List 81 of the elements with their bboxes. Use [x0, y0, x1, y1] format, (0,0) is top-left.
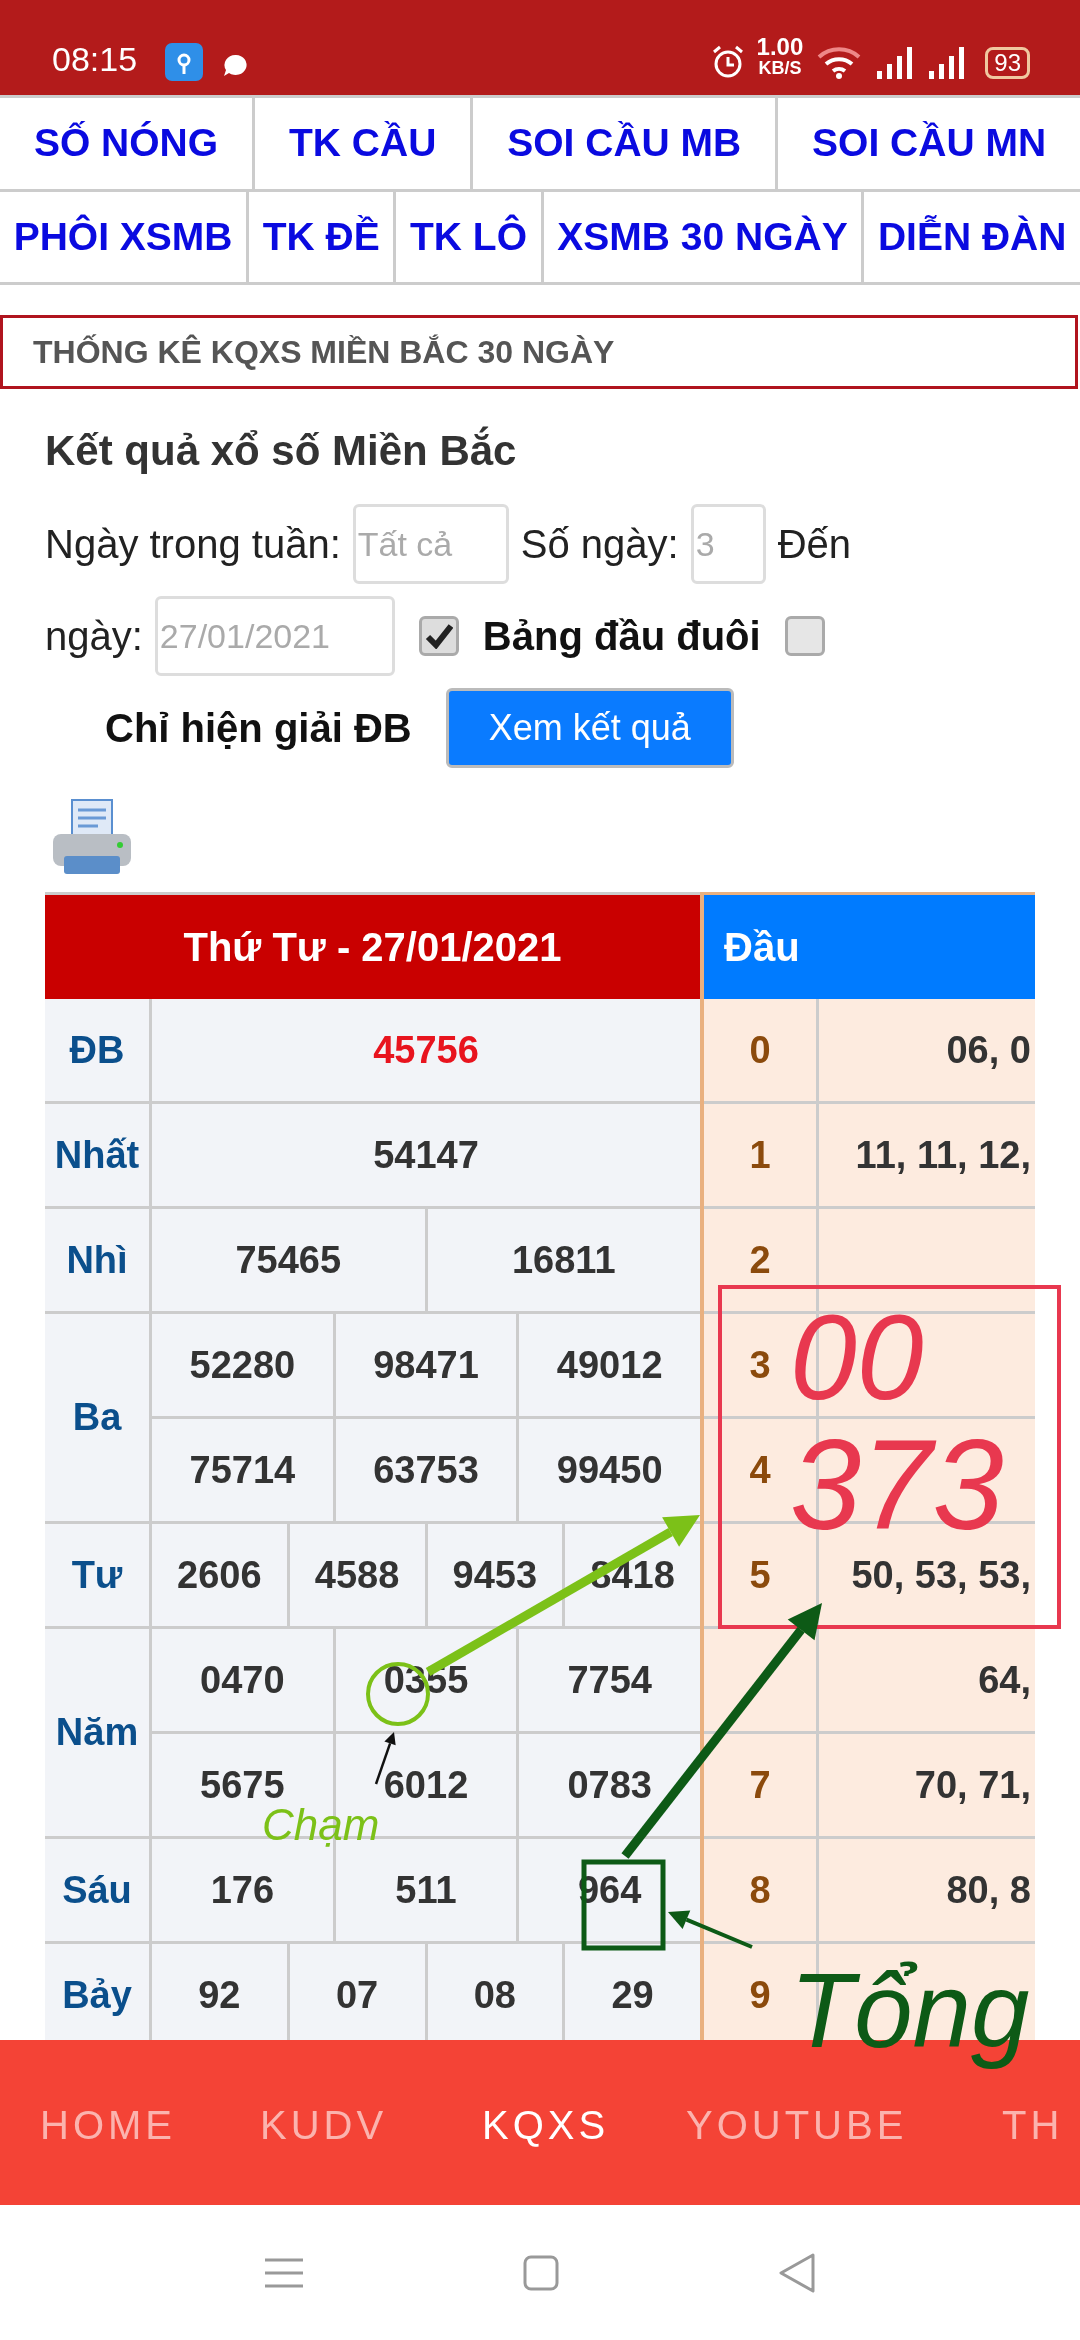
- chat-icon: [223, 53, 250, 77]
- prize-number: 511: [395, 1867, 457, 1913]
- nav-link[interactable]: TK ĐỀ: [249, 191, 397, 282]
- status-time: 08:15: [52, 39, 138, 80]
- prize-number: 9453: [452, 1552, 538, 1598]
- prize-number: 75465: [235, 1237, 342, 1283]
- app-icon: [165, 43, 204, 81]
- input-field[interactable]: 27/01/2021: [154, 596, 395, 676]
- prize-number: 75714: [189, 1447, 296, 1493]
- prize-number: 2606: [177, 1552, 262, 1598]
- prize-number: 29: [611, 1972, 654, 2018]
- back-icon[interactable]: [779, 2252, 815, 2293]
- nav-link[interactable]: DIỄN ĐÀN: [864, 191, 1080, 282]
- prize-label: Nhì: [45, 1209, 152, 1311]
- nav-link[interactable]: PHÔI XSMB: [0, 191, 250, 282]
- head-digit: 3: [749, 1342, 771, 1388]
- prize-number: 99450: [556, 1447, 663, 1493]
- head-digit: 8: [749, 1867, 771, 1913]
- prize-number: 92: [198, 1972, 241, 2018]
- prize-label: Ba: [45, 1314, 152, 1521]
- form-label: Số ngày:: [520, 521, 679, 568]
- head-digit: 1: [749, 1132, 771, 1178]
- view-results-button[interactable]: Xem kết quả: [445, 688, 734, 768]
- menu-icon[interactable]: [265, 2256, 303, 2289]
- prize-number: 16811: [511, 1237, 616, 1283]
- head-digit: 9: [749, 1972, 771, 2018]
- prize-number: 49012: [556, 1342, 663, 1388]
- prize-number: 52280: [189, 1342, 296, 1388]
- prize-number: 7754: [567, 1657, 652, 1703]
- nav-link[interactable]: TK LÔ: [396, 191, 544, 282]
- prize-label: ĐB: [45, 999, 152, 1101]
- section-title: THỐNG KÊ KQXS MIỀN BẮC 30 NGÀY: [0, 315, 1078, 389]
- table-cell-text: 70, 71,: [914, 1762, 1031, 1808]
- prize-label: Nhất: [45, 1104, 152, 1206]
- prize-number: 63753: [373, 1447, 479, 1493]
- prize-number: 08: [473, 1972, 516, 2018]
- table-cell-text: 50, 53, 53,: [851, 1552, 1031, 1598]
- table-cell-text: 64,: [978, 1657, 1031, 1703]
- prize-number: 0470: [200, 1657, 285, 1703]
- prize-label: Năm: [45, 1629, 152, 1836]
- speed-unit: KB/S: [758, 59, 802, 77]
- table-cell-text: 80, 8: [946, 1867, 1031, 1913]
- form-label: Bảng đầu đuôi: [482, 613, 761, 660]
- form-label: Đến: [777, 521, 852, 568]
- head-digit: 4: [749, 1447, 771, 1493]
- prize-number: 176: [210, 1867, 275, 1913]
- form-label: Ngày trong tuần:: [45, 521, 341, 568]
- input-field[interactable]: Tất cả: [352, 504, 509, 584]
- nav-link[interactable]: SOI CẦU MB: [473, 98, 779, 189]
- table-header: Đầu: [704, 892, 1035, 999]
- nav-link[interactable]: SỐ NÓNG: [0, 98, 256, 189]
- input-field[interactable]: 3: [690, 504, 766, 584]
- table-header: Thứ Tư - 27/01/2021: [45, 892, 700, 999]
- table-cell-text: 06, 0: [946, 1027, 1031, 1073]
- prize-label: Tư: [45, 1524, 152, 1626]
- handwritten-note: Tổng: [790, 1951, 1031, 2071]
- nav-link[interactable]: SOI CẦU MN: [778, 98, 1080, 189]
- nav-link[interactable]: XSMB 30 NGÀY: [543, 191, 865, 282]
- prize-number: 4588: [314, 1552, 400, 1598]
- prize-number: 54147: [373, 1132, 479, 1178]
- home-icon[interactable]: [523, 2254, 559, 2291]
- prize-number: 98471: [373, 1342, 479, 1388]
- prize-number: 6012: [383, 1762, 469, 1808]
- speed-value: 1.00: [756, 35, 804, 59]
- page-heading: Kết quả xổ số Miền Bắc: [45, 425, 518, 476]
- head-digit: 7: [749, 1762, 771, 1808]
- prize-number: 45756: [373, 1027, 479, 1073]
- prize-label: Sáu: [45, 1839, 152, 1941]
- nav-link[interactable]: TK CẦU: [255, 98, 474, 189]
- alarm-icon: [710, 45, 745, 79]
- checkbox[interactable]: [418, 616, 459, 656]
- head-digit: 2: [749, 1237, 771, 1283]
- checkbox[interactable]: [784, 616, 825, 656]
- table-cell-text: 11, 11, 12,: [855, 1132, 1031, 1178]
- form-label: Chỉ hiện giải ĐB: [105, 705, 412, 752]
- battery-level: 93: [985, 46, 1030, 79]
- prize-number: 0783: [567, 1762, 652, 1808]
- form-label: ngày:: [45, 613, 143, 660]
- prize-number: 07: [336, 1972, 379, 2018]
- head-digit: 0: [749, 1027, 771, 1073]
- head-digit: 5: [749, 1552, 771, 1598]
